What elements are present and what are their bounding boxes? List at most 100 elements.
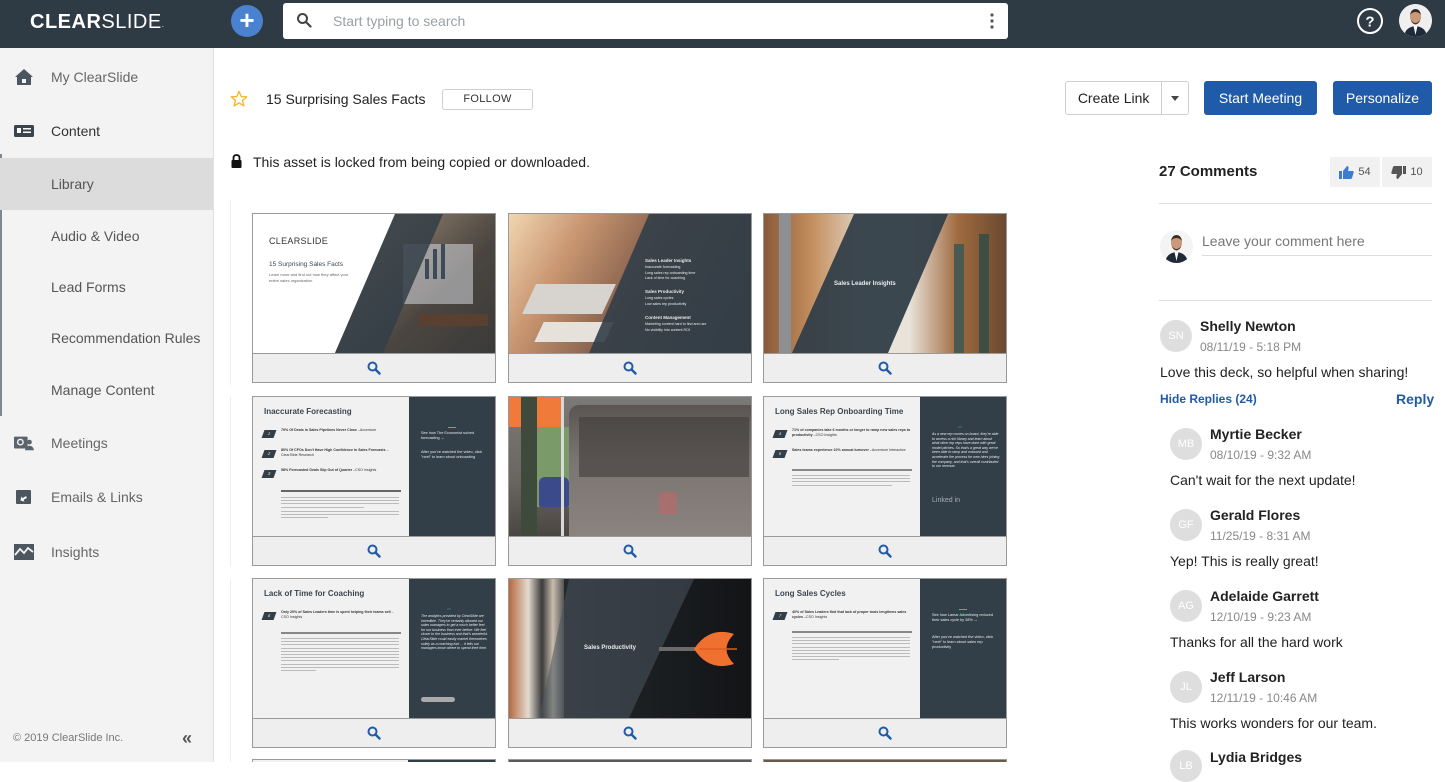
slide-title: Inaccurate Forecasting xyxy=(264,407,352,416)
slide-panel-quote: The analytics provided by ClearSlide are… xyxy=(421,614,489,651)
vote-group: 54 10 xyxy=(1330,157,1432,187)
zoom-preview-bar[interactable] xyxy=(764,536,1006,565)
slide-preview: Sales Productivity xyxy=(509,579,751,718)
sidebar-item-manage-content[interactable]: Manage Content xyxy=(0,364,213,416)
search-icon xyxy=(297,13,312,28)
slide-section-heading: Sales Productivity xyxy=(645,289,685,294)
lock-message: This asset is locked from being copied o… xyxy=(253,154,590,170)
slide-thumbnail-1[interactable]: CLEARSLIDE 15 Surprising Sales Facts Lea… xyxy=(252,213,496,383)
create-link-dropdown[interactable] xyxy=(1162,82,1188,114)
slide-divider xyxy=(281,632,401,634)
comment-text: This works wonders for our team. xyxy=(1170,715,1377,731)
hide-replies-link[interactable]: Hide Replies (24) xyxy=(1160,392,1257,406)
follow-button[interactable]: FOLLOW xyxy=(442,89,533,110)
kebab-icon[interactable] xyxy=(990,13,994,29)
zoom-preview-bar[interactable] xyxy=(253,718,495,747)
sidebar-item-insights[interactable]: Insights xyxy=(0,526,213,578)
sidebar-item-emails-links[interactable]: Emails & Links xyxy=(0,471,213,523)
sidebar-item-library[interactable]: Library xyxy=(0,158,213,210)
fact-source: –Accenture xyxy=(357,428,377,432)
collapse-sidebar-button[interactable]: « xyxy=(182,728,192,749)
sidebar-item-content[interactable]: Content xyxy=(0,105,213,157)
row-divider xyxy=(230,397,231,567)
sidebar-item-label: Meetings xyxy=(51,435,108,451)
slide-preview: Inaccurate Forecasting 1 70% Of Deals In… xyxy=(253,397,495,536)
quote-mark: “” xyxy=(447,607,451,612)
fact-statement: 71% of companies take 6 months or longer… xyxy=(792,428,911,437)
slide-section-items: Long sales cycles Low sales rep productiv… xyxy=(645,296,686,307)
fact-statement: 58% Forecasted Deals Slip Out of Quarter xyxy=(281,468,353,472)
zoom-preview-bar[interactable] xyxy=(253,536,495,565)
sidebar-item-recommendation-rules[interactable]: Recommendation Rules xyxy=(0,312,213,364)
slide-thumbnail-7[interactable]: Lack of Time for Coaching 6 Only 20% of … xyxy=(252,578,496,748)
dislike-button[interactable]: 10 xyxy=(1382,157,1432,187)
user-avatar-image xyxy=(1399,4,1432,37)
dart-image xyxy=(659,631,737,667)
comments-divider xyxy=(1159,300,1432,301)
slide-section-items: Marketing content hard to find and use No… xyxy=(645,322,706,333)
slide-preview: Long Sales Cycles 7 40% of Sales Leaders… xyxy=(764,579,1006,718)
slide-bullet: Lack of time for coaching xyxy=(645,276,685,280)
zoom-preview-bar[interactable] xyxy=(764,718,1006,747)
slide-brand: CLEARSLIDE xyxy=(269,236,329,246)
slide-panel-quote: As a new rep comes on board, they're abl… xyxy=(932,432,1000,469)
zoom-preview-bar[interactable] xyxy=(509,718,751,747)
slide-diagonal-overlay xyxy=(253,214,443,353)
thumbs-up-icon xyxy=(1339,165,1355,179)
slide-thumbnail-9[interactable]: Long Sales Cycles 7 40% of Sales Leaders… xyxy=(763,578,1007,748)
fact-statement: 70% Of Deals In Sales Pipelines Never Cl… xyxy=(281,428,357,432)
slide-panel-text: See how Lamar Advertising reduced their … xyxy=(932,613,993,622)
help-icon[interactable]: ? xyxy=(1356,7,1384,35)
zoom-preview-bar[interactable] xyxy=(253,353,495,382)
slide-thumbnail-8[interactable]: Sales Productivity xyxy=(508,578,752,748)
commenter-avatar: LB xyxy=(1170,750,1202,782)
reply-link[interactable]: Reply xyxy=(1396,391,1434,407)
sidebar-item-label: Emails & Links xyxy=(51,489,143,505)
like-button[interactable]: 54 xyxy=(1330,157,1380,187)
sidebar-item-my-clearslide[interactable]: My ClearSlide xyxy=(0,51,213,103)
slide-title: Sales Productivity xyxy=(584,645,637,651)
user-avatar[interactable] xyxy=(1399,4,1432,37)
sidebar-item-label: Manage Content xyxy=(51,382,155,398)
slide-bullet: Marketing content hard to find and use xyxy=(645,322,707,326)
svg-text:?: ? xyxy=(1365,14,1374,31)
like-count: 54 xyxy=(1358,166,1371,178)
slide-body-text xyxy=(281,638,399,673)
magnify-icon xyxy=(623,361,637,375)
slide-thumbnail-4[interactable]: Inaccurate Forecasting 1 70% Of Deals In… xyxy=(252,396,496,566)
slide-thumbnail-6[interactable]: Long Sales Rep Onboarding Time 4 71% of … xyxy=(763,396,1007,566)
clearslide-logo[interactable]: CLEARSLIDE. xyxy=(30,11,164,34)
personalize-button[interactable]: Personalize xyxy=(1333,81,1432,115)
comment-input[interactable] xyxy=(1202,226,1432,256)
fact-source: –CSO Insights xyxy=(804,614,828,619)
start-meeting-button[interactable]: Start Meeting xyxy=(1204,81,1317,115)
zoom-preview-bar[interactable] xyxy=(764,353,1006,382)
slide-thumbnail-2[interactable]: Sales Leader Insights Inaccurate forecas… xyxy=(508,213,752,383)
comment-timestamp: 12/11/19 - 10:46 AM xyxy=(1210,691,1318,705)
sidebar-item-meetings[interactable]: Meetings xyxy=(0,417,213,469)
favorite-star-icon[interactable] xyxy=(230,90,248,108)
meetings-icon xyxy=(14,436,34,451)
slide-thumbnail-5[interactable] xyxy=(508,396,752,566)
comment-timestamp: 11/25/19 - 8:31 AM xyxy=(1210,529,1311,543)
top-bar: CLEARSLIDE. + ? xyxy=(0,0,1445,48)
add-button[interactable]: + xyxy=(231,5,263,37)
fact-source: –CSO Insights xyxy=(353,468,377,472)
fact-source: –CSO Insights xyxy=(813,432,837,437)
zoom-preview-bar[interactable] xyxy=(509,536,751,565)
slide-title: Long Sales Rep Onboarding Time xyxy=(775,407,904,416)
sidebar-item-audio-video[interactable]: Audio & Video xyxy=(0,210,213,262)
commenter-name: Gerald Flores xyxy=(1210,507,1301,523)
slide-divider xyxy=(281,490,401,492)
slide-thumbnail-3[interactable]: Sales Leader Insights xyxy=(763,213,1007,383)
sidebar-item-label: My ClearSlide xyxy=(51,69,139,85)
fact-text: 70% Of Deals In Sales Pipelines Never Cl… xyxy=(281,428,401,433)
sidebar-item-lead-forms[interactable]: Lead Forms xyxy=(0,261,213,313)
search-input[interactable] xyxy=(333,3,973,39)
dislike-count: 10 xyxy=(1410,166,1423,178)
fact-text: 58% Forecasted Deals Slip Out of Quarter… xyxy=(281,468,401,473)
zoom-preview-bar[interactable] xyxy=(509,353,751,382)
create-link-button[interactable]: Create Link xyxy=(1066,82,1163,114)
double-chevron-left-icon: « xyxy=(182,728,193,748)
slide-body-text xyxy=(792,637,910,663)
